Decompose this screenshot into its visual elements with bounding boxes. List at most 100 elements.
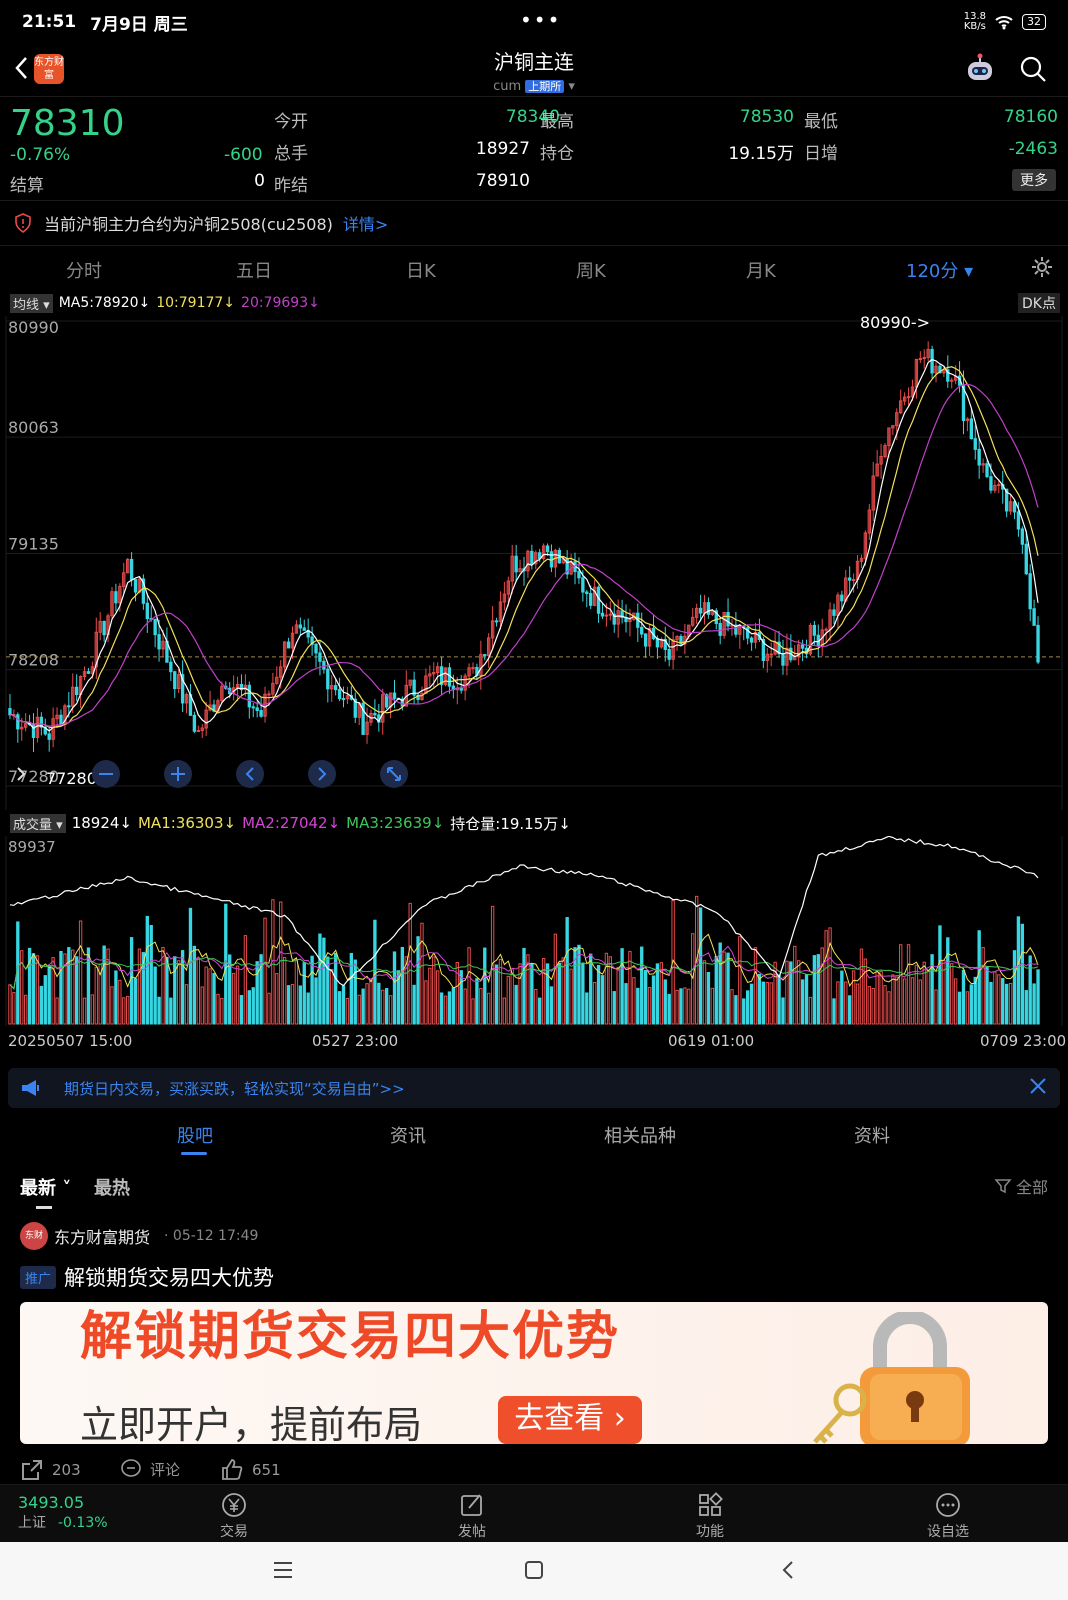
share-button[interactable]: 203: [20, 1458, 81, 1482]
volume-bar: [337, 991, 342, 1025]
post-author[interactable]: 东财 东方财富期货 · 05-12 17:49: [20, 1222, 258, 1250]
volume-bar: [180, 950, 185, 1025]
volume-bar: [114, 970, 118, 1025]
candle-body: [259, 709, 263, 717]
nav-trade[interactable]: 交易: [194, 1491, 274, 1541]
volume-bar: [59, 950, 63, 1025]
volume-bar: [157, 996, 161, 1025]
volume-bar: [530, 963, 534, 1025]
gear-icon[interactable]: [1030, 255, 1054, 279]
prev-settle-label: 昨结: [274, 176, 308, 196]
index-ticker[interactable]: 3493.05 上证 -0.13%: [18, 1493, 108, 1532]
candle-body: [247, 684, 252, 708]
volume-bar: [910, 977, 915, 1025]
close-icon[interactable]: [1028, 1076, 1048, 1096]
volume-bar: [926, 969, 930, 1025]
tab-news[interactable]: 资讯: [390, 1122, 426, 1148]
volume-bar: [934, 989, 938, 1025]
tab-monthly-k[interactable]: 月K: [746, 257, 776, 283]
sort-latest[interactable]: 最新 ˅: [20, 1174, 71, 1200]
post-title[interactable]: 推广 解锁期货交易四大优势: [20, 1262, 274, 1292]
robot-assistant-icon[interactable]: [962, 52, 998, 88]
volume-bar: [133, 978, 138, 1025]
high-label: 最高: [540, 112, 574, 132]
nav-functions[interactable]: 功能: [670, 1491, 750, 1541]
volume-bar: [742, 998, 746, 1025]
more-dots-icon[interactable]: •••: [520, 8, 561, 32]
volume-bar: [35, 955, 40, 1025]
volume-bar: [467, 947, 471, 1025]
tab-intraday[interactable]: 分时: [66, 257, 102, 283]
more-button[interactable]: 更多: [1012, 169, 1056, 191]
candle-body: [906, 396, 911, 399]
volume-bar: [616, 966, 620, 1025]
promo-banner[interactable]: 解锁期货交易四大优势 立即开户，提前布局 去查看 ›: [20, 1302, 1048, 1444]
low-label: 最低: [804, 112, 838, 132]
nav-post[interactable]: 发帖: [432, 1491, 512, 1541]
candle-body: [157, 634, 161, 650]
chevron-right-icon[interactable]: [308, 760, 336, 788]
menu-icon[interactable]: [272, 1560, 294, 1580]
volume-bar: [647, 986, 652, 1025]
nav-watchlist[interactable]: 设自选: [908, 1491, 988, 1541]
sort-hot[interactable]: 最热: [94, 1174, 130, 1200]
tab-weekly-k[interactable]: 周K: [576, 257, 606, 283]
volume-bar: [710, 987, 715, 1025]
candlestick-chart[interactable]: 809908006379135782087728080990->77280: [0, 316, 1068, 810]
dk-point-button[interactable]: DK点: [1018, 293, 1060, 313]
volume-bar: [855, 983, 860, 1025]
volume-bar: [341, 985, 346, 1025]
banner-view-button[interactable]: 去查看 ›: [498, 1396, 642, 1444]
volume-bar: [589, 953, 593, 1025]
page-title: 沪铜主连: [494, 50, 574, 74]
search-icon[interactable]: [1018, 54, 1048, 84]
candle-body: [286, 641, 291, 649]
candle-body: [298, 624, 303, 629]
candle-body: [812, 624, 817, 636]
comment-button[interactable]: 评论: [120, 1458, 180, 1480]
tab-info[interactable]: 资料: [854, 1122, 890, 1148]
volume-indicator-select[interactable]: 成交量 ▾: [10, 813, 66, 833]
volume-bar: [196, 957, 200, 1025]
tab-forum[interactable]: 股吧: [177, 1122, 213, 1148]
volume-chart[interactable]: 89937: [0, 836, 1068, 1026]
volume-bar: [867, 986, 871, 1025]
volume-bar: [781, 997, 785, 1025]
volume-bar: [577, 944, 581, 1025]
like-button[interactable]: 651: [220, 1458, 281, 1482]
volume-bar: [581, 962, 585, 1025]
candle-body: [706, 602, 711, 615]
main-contract-notice[interactable]: 当前沪铜主力合约为沪铜2508(cu2508) 详情>: [0, 200, 1068, 246]
volume-bar: [761, 981, 766, 1025]
candle-body: [86, 671, 91, 674]
tab-120min[interactable]: 120分 ▾: [906, 257, 973, 283]
volume-bar: [569, 968, 573, 1025]
status-date: 7月9日 周三: [90, 14, 188, 35]
volume-bar: [39, 985, 44, 1025]
candle-body: [302, 627, 306, 631]
indicator-select[interactable]: 均线 ▾: [10, 293, 53, 313]
volume-bar: [20, 950, 24, 1025]
volume-bar: [820, 947, 824, 1025]
tab-five-day[interactable]: 五日: [236, 257, 272, 283]
candle-body: [1012, 501, 1017, 513]
promo-bar[interactable]: 期货日内交易，买涨买跌，轻松实现“交易自由”>>: [8, 1068, 1060, 1108]
system-back-icon[interactable]: [780, 1560, 796, 1580]
home-icon[interactable]: [524, 1560, 544, 1580]
candle-body: [483, 654, 487, 657]
filter-button[interactable]: 全部: [994, 1174, 1048, 1198]
tab-related[interactable]: 相关品种: [604, 1122, 676, 1148]
battery-icon: 32: [1022, 14, 1046, 30]
contract-code[interactable]: cum 上期所 ▾: [493, 79, 575, 94]
tab-daily-k[interactable]: 日K: [406, 257, 436, 283]
lock-icon: [813, 1312, 970, 1444]
chevron-left-icon[interactable]: [236, 760, 264, 788]
candle-body: [1024, 543, 1028, 575]
volume-bar: [392, 951, 397, 1025]
volume-bar: [698, 907, 703, 1025]
volume-bar: [534, 989, 538, 1025]
ma-legend: 均线 ▾ MA5:78920↓ 10:79177↓ 20:79693↓ DK点: [0, 290, 1068, 316]
volume-bar: [824, 930, 828, 1025]
ma5-value: MA5:78920↓: [58, 295, 151, 311]
notice-detail-link[interactable]: 详情>: [343, 211, 388, 235]
